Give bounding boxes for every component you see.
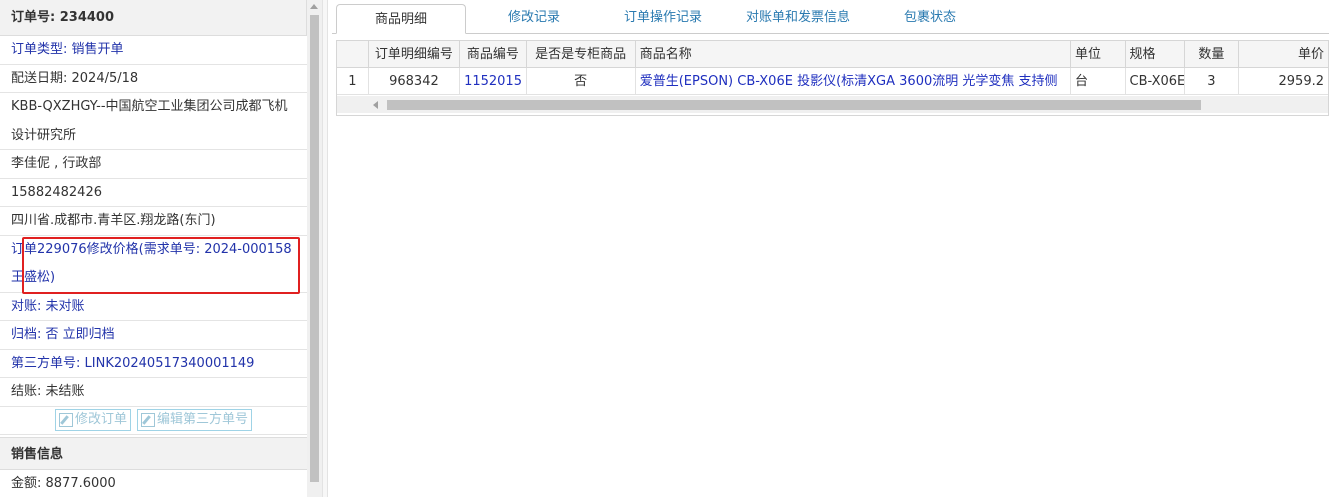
order-type: 订单类型: 销售开单 — [0, 36, 307, 65]
header-unit-price[interactable]: 单价 — [1238, 41, 1328, 68]
grid-header-row: 订单明细编号 商品编号 是否是专柜商品 商品名称 单位 规格 数量 单价 — [337, 41, 1328, 68]
cell-product-name-link[interactable]: 爱普生(EPSON) CB-X06E 投影仪(标清XGA 3600流明 光学变焦… — [635, 68, 1071, 95]
cell-quantity: 3 — [1185, 68, 1239, 95]
tab-bar: 商品明细 修改记录 订单操作记录 对账单和发票信息 包裹状态 — [332, 0, 1329, 34]
cell-unit-price: 2959.2 — [1238, 68, 1328, 95]
row-number: 1 — [337, 68, 369, 95]
company-line-1: KBB-QXZHGY--中国航空工业集团公司成都飞机 — [11, 99, 288, 114]
detail-panel: 商品明细 修改记录 订单操作记录 对账单和发票信息 包裹状态 订单明细编号 商品… — [332, 0, 1329, 497]
tab-order-operation-log[interactable]: 订单操作记录 — [602, 3, 724, 33]
grid-horizontal-scrollbar[interactable] — [337, 96, 1328, 113]
tab-statement-invoice[interactable]: 对账单和发票信息 — [724, 3, 872, 33]
cell-is-special: 否 — [526, 68, 636, 95]
cell-spec: CB-X06E — [1125, 68, 1186, 95]
tab-change-log[interactable]: 修改记录 — [486, 3, 582, 33]
reconcile-status: 对账: 未对账 — [0, 293, 307, 321]
product-grid: 订单明细编号 商品编号 是否是专柜商品 商品名称 单位 规格 数量 单价 1 9… — [336, 40, 1329, 116]
settle-status: 结账: 未结账 — [0, 378, 307, 407]
tab-product-detail[interactable]: 商品明细 — [336, 4, 466, 34]
table-row[interactable]: 1 968342 1152015 否 爱普生(EPSON) CB-X06E 投影… — [337, 68, 1328, 95]
order-info-panel: 订单号: 234400 订单类型: 销售开单 配送日期: 2024/5/18 K… — [0, 0, 307, 497]
third-party-number: 第三方单号: LINK20240517340001149 — [0, 350, 307, 378]
scrollbar-thumb[interactable] — [310, 15, 319, 482]
header-row-number — [337, 41, 369, 68]
edit-order-button[interactable]: 修改订单 — [54, 409, 131, 431]
scroll-up-arrow-icon[interactable] — [310, 4, 318, 9]
cell-detail-id: 968342 — [368, 68, 461, 95]
sales-info-section: 销售信息 — [0, 436, 307, 470]
header-detail-id[interactable]: 订单明细编号 — [368, 41, 461, 68]
edit-icon — [141, 413, 155, 427]
order-number-label: 订单号: — [11, 10, 56, 25]
header-is-special[interactable]: 是否是专柜商品 — [526, 41, 636, 68]
cell-unit: 台 — [1070, 68, 1126, 95]
tab-package-status[interactable]: 包裹状态 — [882, 3, 978, 33]
delivery-date: 配送日期: 2024/5/18 — [0, 65, 307, 93]
scroll-left-arrow-icon[interactable] — [373, 101, 378, 109]
address: 四川省.成都市.青羊区.翔龙路(东门) — [0, 207, 307, 236]
edit-icon — [58, 413, 73, 427]
header-quantity[interactable]: 数量 — [1185, 41, 1239, 68]
amount: 金额: 8877.6000 — [0, 470, 307, 497]
phone: 15882482426 — [0, 179, 307, 207]
header-product-name[interactable]: 商品名称 — [635, 41, 1071, 68]
cell-product-code-link[interactable]: 1152015 — [460, 68, 527, 95]
header-product-code[interactable]: 商品编号 — [460, 41, 527, 68]
contact: 李佳伲 , 行政部 — [0, 150, 307, 179]
archive-label: 归档: — [11, 327, 46, 342]
red-highlight-box — [22, 237, 300, 294]
header-spec[interactable]: 规格 — [1125, 41, 1186, 68]
horizontal-scrollbar-thumb[interactable] — [387, 100, 1201, 110]
header-unit[interactable]: 单位 — [1070, 41, 1126, 68]
left-panel-scrollbar[interactable] — [307, 0, 322, 497]
company-line-2: 设计研究所 — [0, 122, 307, 150]
edit-order-label: 修改订单 — [74, 412, 127, 427]
order-actions: 修改订单 编辑第三方单号 — [0, 407, 307, 435]
edit-third-party-button[interactable]: 编辑第三方单号 — [137, 409, 253, 431]
panel-splitter[interactable] — [322, 0, 328, 497]
order-number-header: 订单号: 234400 — [0, 0, 307, 36]
archive-link[interactable]: 否 立即归档 — [46, 327, 115, 342]
archive-row: 归档: 否 立即归档 — [0, 321, 307, 350]
order-number-value: 234400 — [59, 10, 115, 25]
edit-third-party-label: 编辑第三方单号 — [157, 412, 249, 427]
